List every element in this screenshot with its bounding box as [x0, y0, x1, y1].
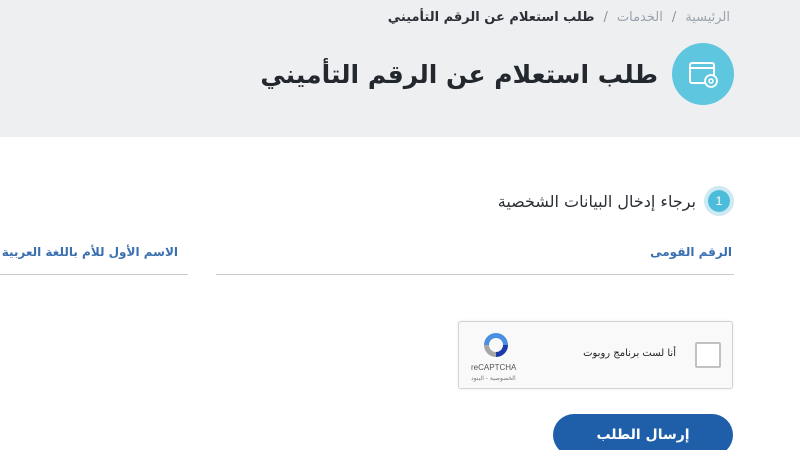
- national-id-label: الرقم القومى: [650, 245, 732, 259]
- mother-first-name-label: الاسم الأول للأم باللغة العربية: [1, 245, 178, 259]
- recaptcha-label: أنا لست برنامج روبوت: [583, 348, 676, 359]
- recaptcha-privacy-terms[interactable]: الخصوصية - البنود: [471, 375, 516, 382]
- breadcrumb-home-link[interactable]: الرئيسية: [685, 10, 730, 25]
- breadcrumb-current: طلب استعلام عن الرقم التأميني: [387, 10, 595, 25]
- recaptcha-logo-icon: [484, 333, 508, 357]
- page-title-row: طلب استعلام عن الرقم التأميني: [260, 43, 734, 105]
- submit-button[interactable]: إرسال الطلب: [553, 414, 733, 450]
- breadcrumb-separator: /: [671, 10, 677, 25]
- page-title: طلب استعلام عن الرقم التأميني: [260, 59, 658, 89]
- national-id-field[interactable]: [216, 274, 734, 275]
- breadcrumb-separator: /: [603, 10, 608, 25]
- breadcrumb-services-link[interactable]: الخدمات: [617, 10, 663, 25]
- recaptcha-widget: أنا لست برنامج روبوت reCAPTCHA الخصوصية …: [458, 321, 733, 389]
- step-header: 1 برجاء إدخال البيانات الشخصية: [498, 186, 734, 216]
- recaptcha-brand: reCAPTCHA: [471, 363, 517, 372]
- step-title: برجاء إدخال البيانات الشخصية: [497, 191, 696, 211]
- breadcrumb: الرئيسية / الخدمات / طلب استعلام عن الرقم ال…: [388, 10, 730, 25]
- step-number: 1: [708, 190, 730, 212]
- recaptcha-checkbox[interactable]: [695, 342, 721, 368]
- mother-first-name-field[interactable]: [0, 274, 188, 275]
- step-number-badge: 1: [704, 186, 734, 216]
- browser-settings-icon: [672, 43, 734, 105]
